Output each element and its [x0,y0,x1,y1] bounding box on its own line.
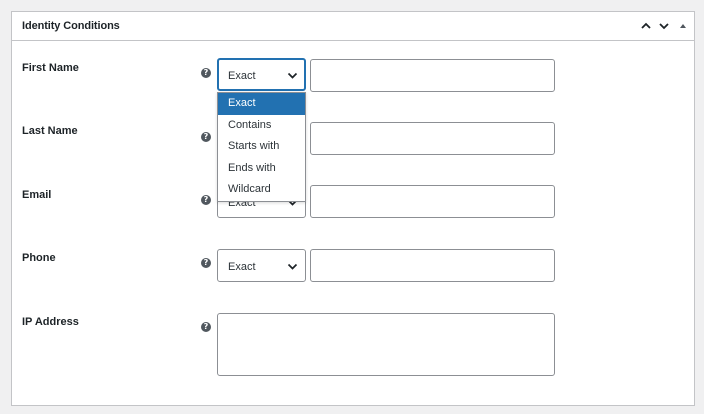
first-name-match-value: Exact [228,70,256,82]
first-name-help-icon[interactable]: ? [201,68,211,78]
chevron-down-icon [287,72,298,79]
last-name-input[interactable] [310,122,555,155]
chevron-down-icon [659,23,669,30]
toggle-panel-button[interactable] [676,17,690,35]
identity-conditions-panel: Identity Conditions First Name ? Exact L… [11,11,695,406]
phone-match-select[interactable]: Exact [217,249,306,282]
first-name-match-dropdown: Exact Contains Starts with Ends with Wil… [217,92,306,202]
dropdown-option-ends-with[interactable]: Ends with [218,158,305,180]
email-label: Email [22,189,52,201]
email-input[interactable] [310,185,555,218]
first-name-input[interactable] [310,59,555,92]
caret-up-icon [680,24,686,28]
chevron-down-icon [287,263,298,270]
first-name-label: First Name [22,62,79,74]
last-name-label: Last Name [22,125,78,137]
ip-address-help-icon[interactable]: ? [201,322,211,332]
phone-input[interactable] [310,249,555,282]
phone-label: Phone [22,252,56,264]
phone-match-value: Exact [228,261,256,273]
first-name-match-select[interactable]: Exact [217,58,306,91]
dropdown-option-exact[interactable]: Exact [218,93,305,115]
last-name-help-icon[interactable]: ? [201,132,211,142]
move-up-button[interactable] [637,17,655,35]
dropdown-option-starts-with[interactable]: Starts with [218,136,305,158]
chevron-up-icon [641,22,651,29]
panel-header: Identity Conditions [12,12,694,41]
dropdown-option-contains[interactable]: Contains [218,115,305,137]
dropdown-option-wildcard[interactable]: Wildcard [218,179,305,201]
phone-help-icon[interactable]: ? [201,258,211,268]
move-down-button[interactable] [655,17,673,35]
email-help-icon[interactable]: ? [201,195,211,205]
panel-title: Identity Conditions [22,20,120,32]
ip-address-label: IP Address [22,316,79,328]
ip-address-textarea[interactable] [217,313,555,376]
